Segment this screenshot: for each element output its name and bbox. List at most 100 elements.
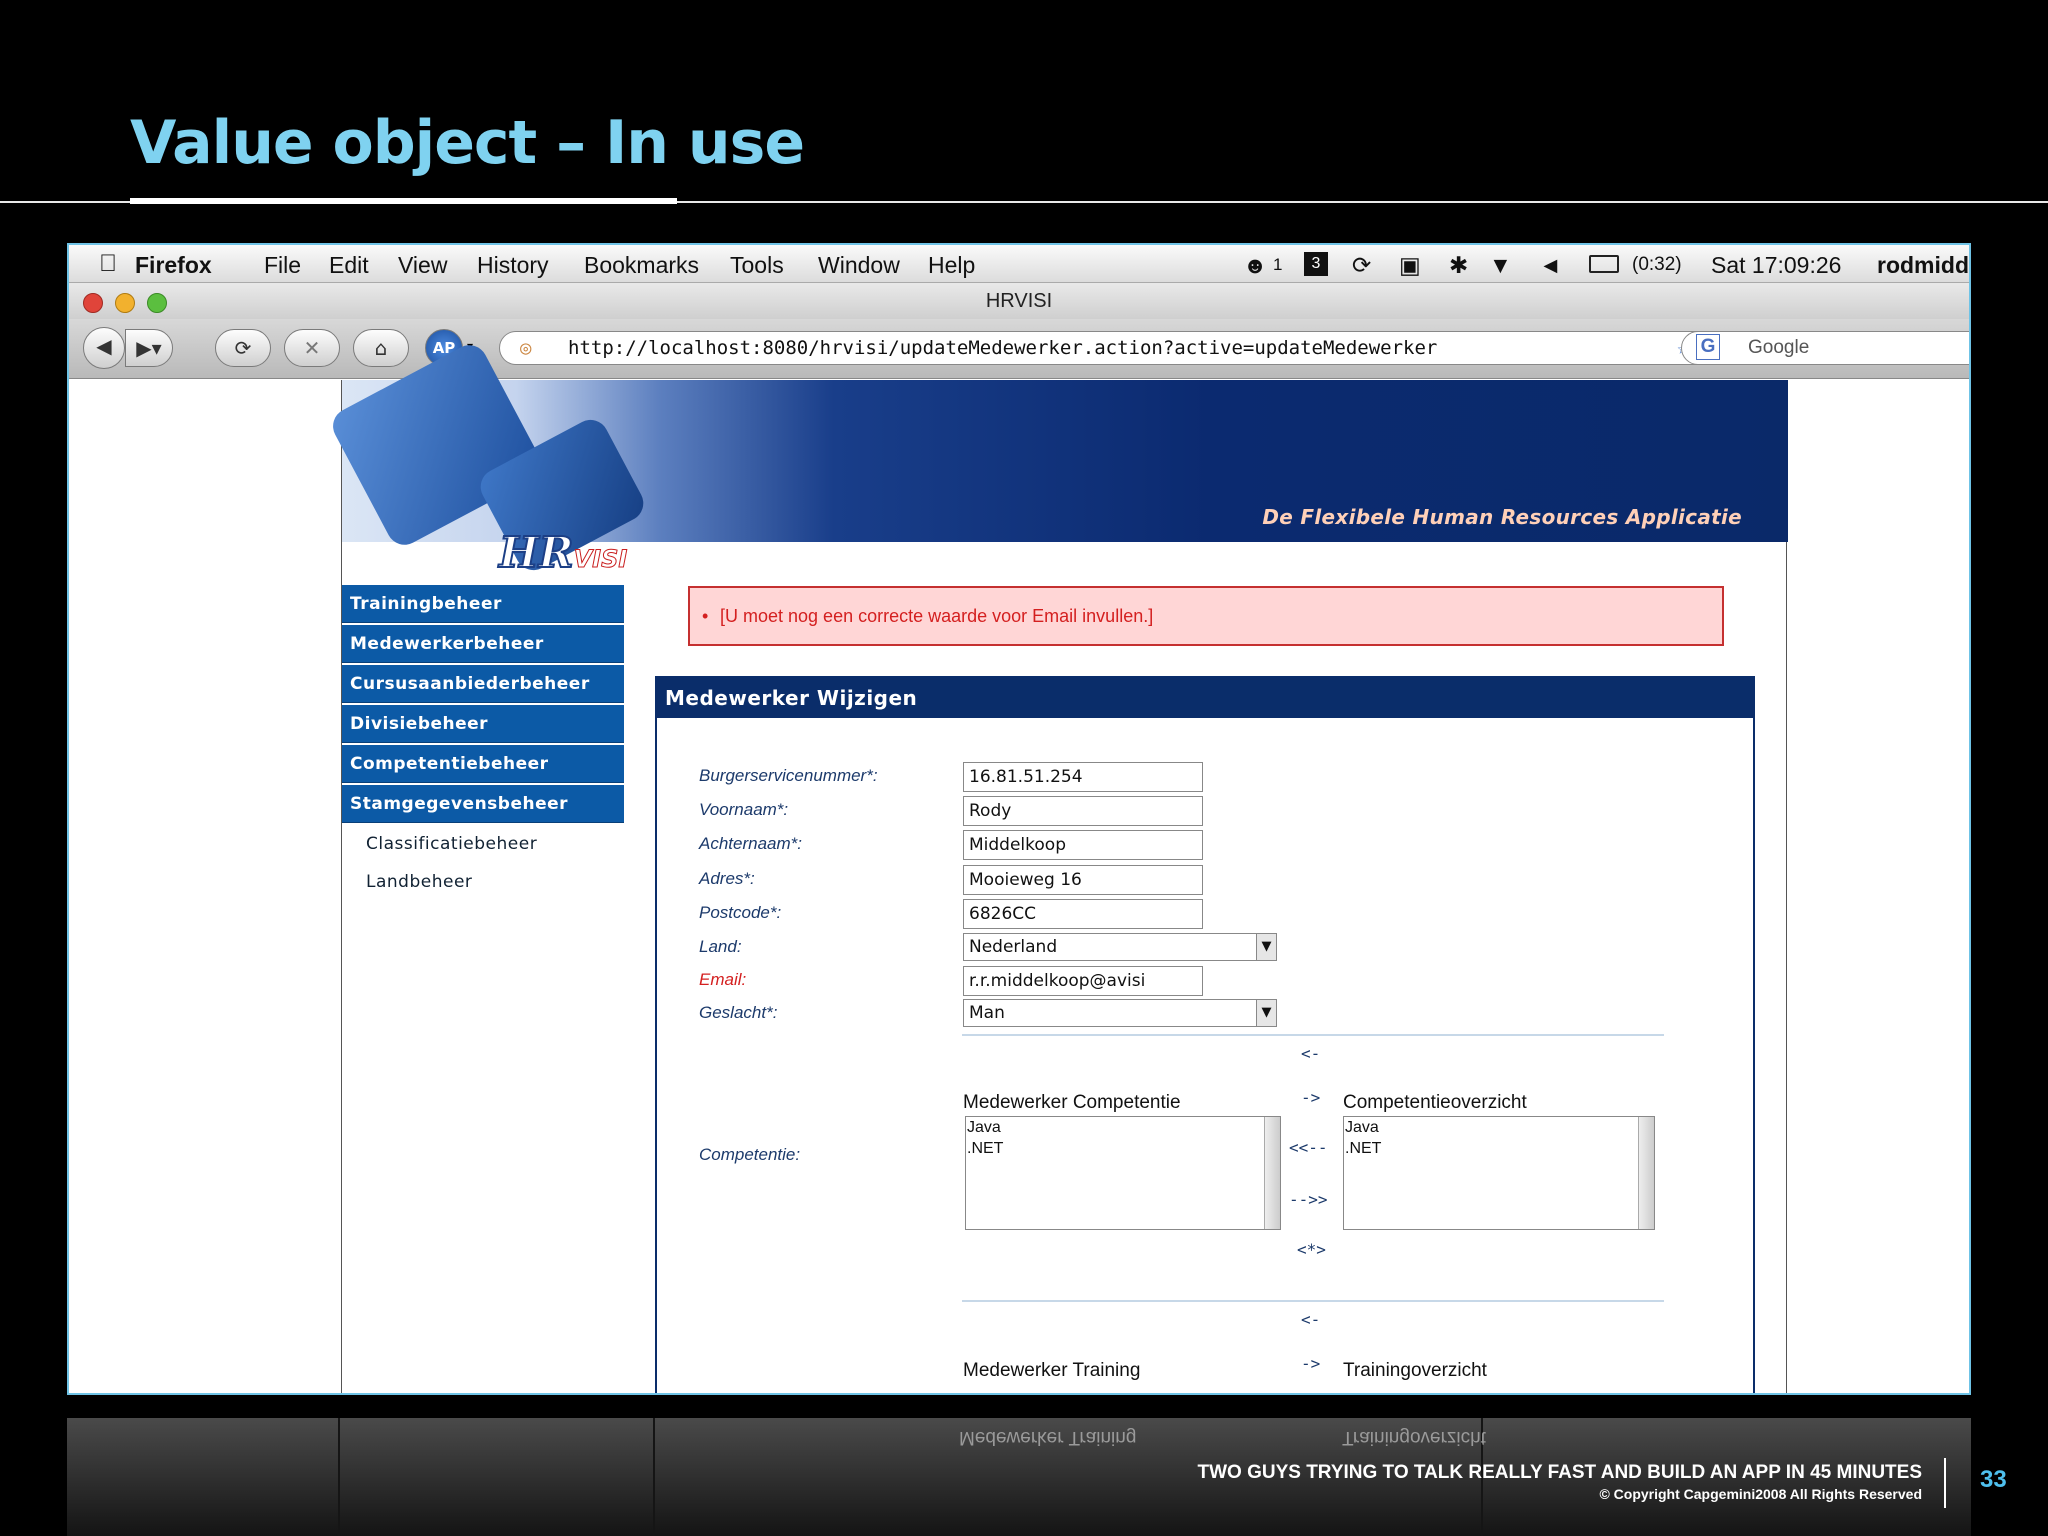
- land-select[interactable]: Nederland ▼: [963, 933, 1277, 961]
- zoom-window-icon[interactable]: [147, 293, 167, 313]
- time-machine-icon[interactable]: ⟳: [1352, 252, 1371, 279]
- list-item[interactable]: .NET: [1345, 1138, 1654, 1159]
- window-title: HRVISI: [985, 290, 1053, 312]
- menu-tools[interactable]: Tools: [730, 252, 784, 279]
- menu-file[interactable]: File: [264, 252, 301, 279]
- reflection-line: [653, 1418, 655, 1536]
- menu-edit[interactable]: Edit: [329, 252, 369, 279]
- competentie-remove-all-button[interactable]: <<--: [1289, 1138, 1328, 1157]
- mac-menubar:  Firefox File Edit View History Bookmar…: [69, 245, 1969, 283]
- menu-view[interactable]: View: [398, 252, 447, 279]
- apple-icon[interactable]: : [99, 250, 117, 278]
- close-window-icon[interactable]: [83, 293, 103, 313]
- nav-competentiebeheer[interactable]: Competentiebeheer: [342, 745, 624, 783]
- nav-medewerkerbeheer[interactable]: Medewerkerbeheer: [342, 625, 624, 663]
- menu-app-name[interactable]: Firefox: [135, 252, 212, 279]
- form-row-geslacht: Geslacht*: Man ▼: [657, 999, 1757, 1029]
- battery-icon[interactable]: [1589, 255, 1619, 273]
- menu-bookmarks[interactable]: Bookmarks: [584, 252, 699, 279]
- chevron-down-icon[interactable]: ▼: [1256, 934, 1276, 960]
- voornaam-label: Voornaam*:: [699, 800, 789, 819]
- nav-divisiebeheer[interactable]: Divisiebeheer: [342, 705, 624, 743]
- reflection-text: Trainingoverzicht: [1342, 1427, 1486, 1448]
- error-bullet-icon: •: [702, 606, 709, 626]
- reload-button[interactable]: ⟳: [215, 329, 271, 367]
- nav-cursusaanbiederbeheer[interactable]: Cursusaanbiederbeheer: [342, 665, 624, 703]
- calendar-icon[interactable]: 3: [1304, 252, 1328, 276]
- error-message-box: • [U moet nog een correcte waarde voor E…: [688, 586, 1724, 646]
- wifi-icon[interactable]: ▼: [1489, 252, 1512, 279]
- geslacht-select[interactable]: Man ▼: [963, 999, 1277, 1027]
- footer-text: TWO GUYS TRYING TO TALK REALLY FAST AND …: [1197, 1462, 1922, 1483]
- competentie-add-button[interactable]: ->: [1301, 1088, 1320, 1107]
- achternaam-input[interactable]: Middelkoop: [963, 830, 1203, 860]
- training-add-button[interactable]: ->: [1301, 1354, 1320, 1373]
- chevron-down-icon[interactable]: ▼: [1256, 1000, 1276, 1026]
- competentie-up-button[interactable]: <-: [1301, 1044, 1320, 1063]
- form-row-land: Land: Nederland ▼: [657, 933, 1757, 963]
- competentie-add-all-button[interactable]: -->>: [1289, 1190, 1328, 1209]
- training-left-title: Medewerker Training: [963, 1360, 1141, 1381]
- form-row-postcode: Postcode*: 6826CC: [657, 899, 1757, 929]
- url-text: http://localhost:8080/hrvisi/updateMedew…: [568, 337, 1438, 359]
- reflection-line: [338, 1418, 340, 1536]
- competentie-label: Competentie:: [699, 1145, 801, 1164]
- display-icon[interactable]: ▣: [1399, 252, 1421, 279]
- bluetooth-icon[interactable]: ✱: [1449, 252, 1468, 279]
- subnav-classificatiebeheer[interactable]: Classificatiebeheer: [342, 825, 624, 863]
- window-titlebar: HRVISI: [69, 283, 1969, 319]
- competentie-left-title: Medewerker Competentie: [963, 1092, 1181, 1113]
- back-button[interactable]: ◀: [83, 327, 125, 369]
- scrollbar[interactable]: [1638, 1117, 1654, 1229]
- list-item[interactable]: Java: [1345, 1117, 1654, 1138]
- status-alien-icon[interactable]: ☻: [1243, 252, 1267, 279]
- scrollbar[interactable]: [1264, 1117, 1280, 1229]
- url-bar[interactable]: ◎ http://localhost:8080/hrvisi/updateMed…: [499, 331, 1715, 365]
- section-divider: [962, 1300, 1664, 1302]
- title-underline: [130, 198, 677, 204]
- menu-help[interactable]: Help: [928, 252, 975, 279]
- postcode-label: Postcode*:: [699, 903, 782, 922]
- hrvisi-logo[interactable]: HRVISI: [498, 527, 629, 578]
- menu-history[interactable]: History: [477, 252, 549, 279]
- user-name[interactable]: rodmidd: [1877, 252, 1969, 279]
- slide-title: Value object – In use: [130, 108, 805, 178]
- bsn-label: Burgerservicenummer*:: [699, 766, 878, 785]
- footer-divider: [1944, 1458, 1946, 1508]
- email-input[interactable]: r.r.middelkoop@avisi: [963, 966, 1203, 996]
- search-bar[interactable]: G Google: [1681, 331, 1969, 365]
- notification-count: 1: [1273, 255, 1283, 274]
- footer-copyright: © Copyright Capgemini2008 All Rights Res…: [1599, 1486, 1922, 1502]
- clock[interactable]: Sat 17:09:26: [1711, 252, 1841, 279]
- form-row-achternaam: Achternaam*: Middelkoop: [657, 830, 1757, 860]
- competentie-right-list[interactable]: Java .NET: [1343, 1116, 1655, 1230]
- achternaam-label: Achternaam*:: [699, 834, 802, 853]
- subnav-landbeheer[interactable]: Landbeheer: [342, 863, 624, 901]
- error-message: [U moet nog een correcte waarde voor Ema…: [720, 606, 1154, 626]
- menu-window[interactable]: Window: [818, 252, 900, 279]
- form-row-email: Email: r.r.middelkoop@avisi: [657, 966, 1757, 996]
- home-button[interactable]: ⌂: [353, 329, 409, 367]
- minimize-window-icon[interactable]: [115, 293, 135, 313]
- competentie-swap-button[interactable]: <*>: [1297, 1240, 1326, 1259]
- postcode-input[interactable]: 6826CC: [963, 899, 1203, 929]
- bsn-input[interactable]: 16.81.51.254: [963, 762, 1203, 792]
- forward-button[interactable]: ▶▾: [125, 329, 173, 367]
- voornaam-input[interactable]: Rody: [963, 796, 1203, 826]
- web-page: De Flexibele Human Resources Applicatie …: [69, 338, 1969, 1393]
- competentie-left-list[interactable]: Java .NET: [965, 1116, 1281, 1230]
- nav-stamgegevensbeheer[interactable]: Stamgegevensbeheer: [342, 785, 624, 823]
- form-row-adres: Adres*: Mooieweg 16: [657, 865, 1757, 895]
- adres-input[interactable]: Mooieweg 16: [963, 865, 1203, 895]
- nav-trainingbeheer[interactable]: Trainingbeheer: [342, 585, 624, 623]
- page-loading-icon: ◎: [520, 337, 532, 359]
- training-up-button[interactable]: <-: [1301, 1310, 1320, 1329]
- volume-icon[interactable]: ◄: [1539, 252, 1562, 279]
- list-item[interactable]: Java: [967, 1117, 1280, 1138]
- list-item[interactable]: .NET: [967, 1138, 1280, 1159]
- google-icon[interactable]: G: [1696, 334, 1720, 360]
- app-tagline: De Flexibele Human Resources Applicatie: [1262, 505, 1742, 529]
- stop-button[interactable]: ✕: [284, 329, 340, 367]
- browser-toolbar: ◀ ▶▾ ⟳ ✕ ⌂ AP ▾ ◎ http://localhost:8080/…: [69, 319, 1969, 379]
- competentie-right-title: Competentieoverzicht: [1343, 1092, 1527, 1113]
